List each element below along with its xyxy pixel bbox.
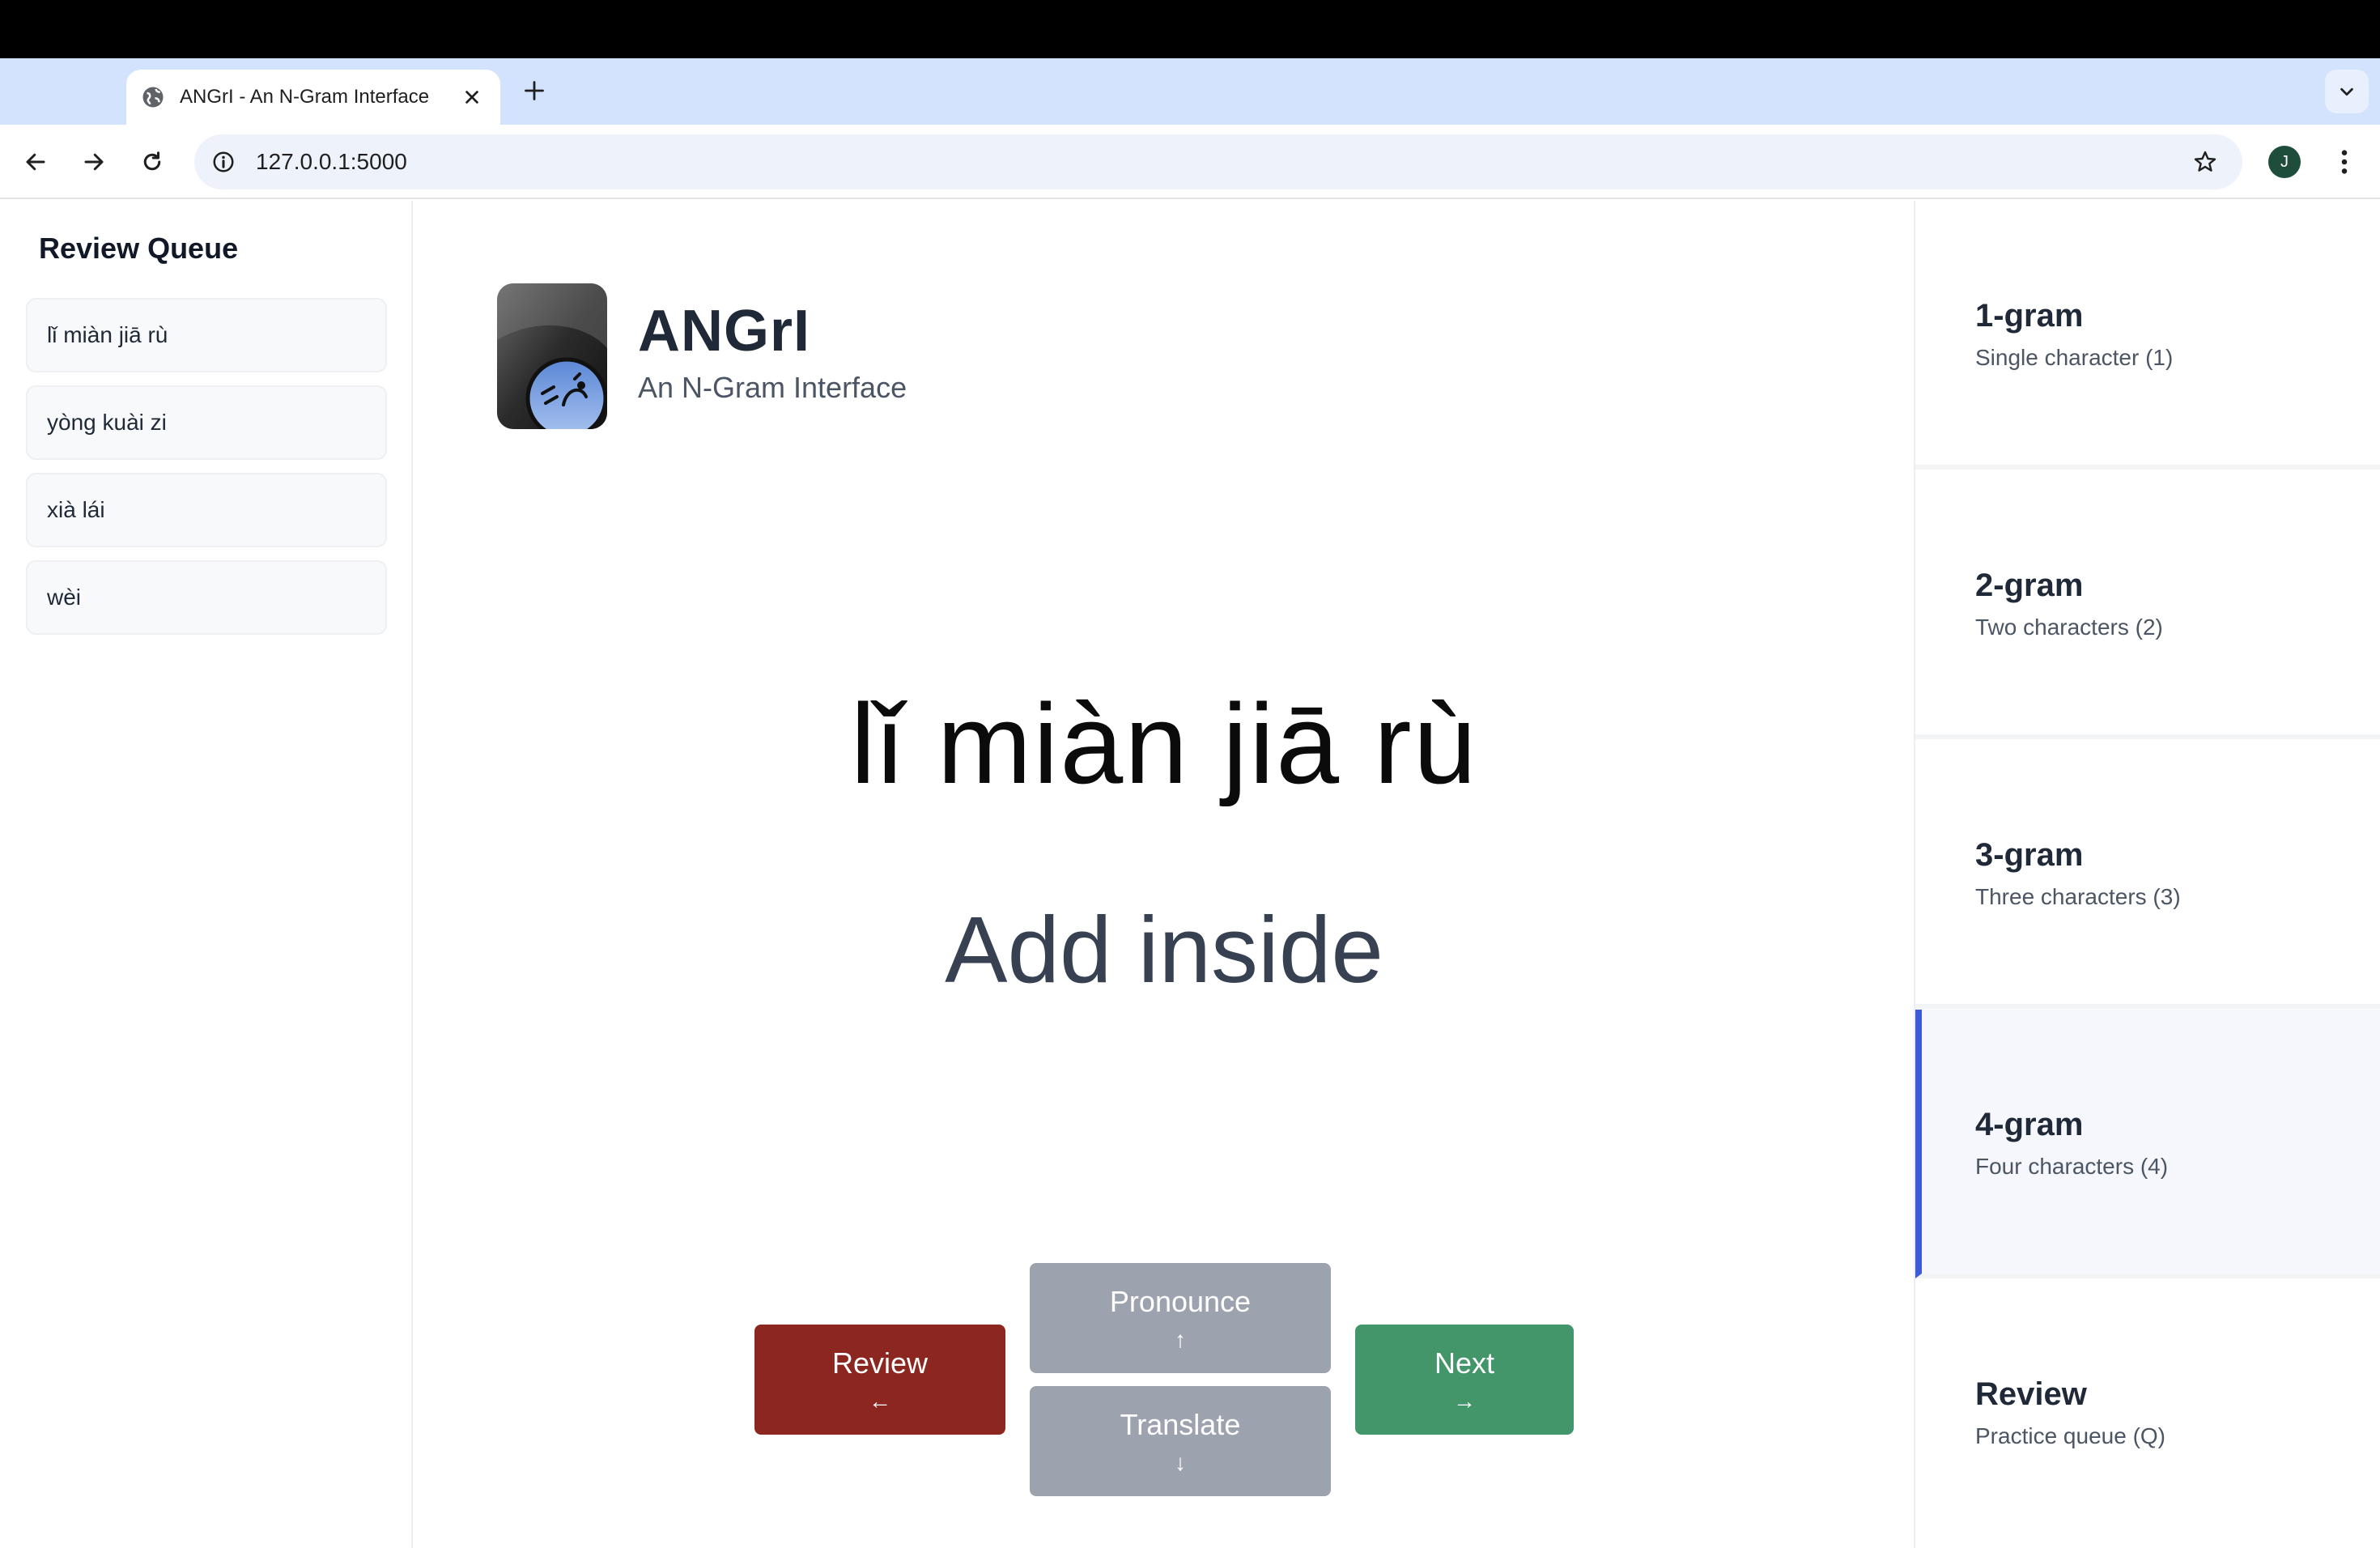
system-top-bar xyxy=(0,0,2380,58)
mode-4-gram[interactable]: 4-gram Four characters (4) xyxy=(1915,1010,2380,1278)
mode-3-gram[interactable]: 3-gram Three characters (3) xyxy=(1915,740,2380,1009)
flashcard-pinyin: lǐ miàn jiā rù xyxy=(850,680,1478,807)
next-button-label: Next xyxy=(1434,1346,1495,1380)
tab-title: ANGrI - An N-Gram Interface xyxy=(180,86,430,108)
review-button[interactable]: Review ← xyxy=(754,1325,1005,1435)
tab-search-chevron-icon[interactable] xyxy=(2325,70,2369,113)
mode-subtitle: Four characters (4) xyxy=(1975,1154,2169,1179)
review-queue-title: Review Queue xyxy=(39,232,239,265)
app-logo xyxy=(497,283,607,429)
queue-item[interactable]: yòng kuài zi xyxy=(26,385,387,460)
review-queue-list: lǐ miàn jiā rù yòng kuài zi xià lái wèi xyxy=(26,298,387,648)
bookmark-star-icon[interactable] xyxy=(2186,142,2225,181)
mode-selector: 1-gram Single character (1) 2-gram Two c… xyxy=(1914,201,2380,1548)
mode-subtitle: Three characters (3) xyxy=(1975,884,2181,909)
profile-avatar[interactable]: J xyxy=(2268,146,2301,178)
queue-item[interactable]: wèi xyxy=(26,560,387,635)
pronounce-button-label: Pronounce xyxy=(1109,1285,1252,1318)
mode-subtitle: Practice queue (Q) xyxy=(1975,1423,2165,1448)
mode-title: Review xyxy=(1975,1376,2087,1412)
mode-2-gram[interactable]: 2-gram Two characters (2) xyxy=(1915,470,2380,739)
browser-tab-strip: ANGrI - An N-Gram Interface xyxy=(0,58,2380,125)
arrow-up-icon: ↑ xyxy=(1175,1327,1186,1352)
queue-item[interactable]: lǐ miàn jiā rù xyxy=(26,298,387,372)
url-text[interactable]: 127.0.0.1:5000 xyxy=(256,149,2186,175)
arrow-right-icon: → xyxy=(1453,1389,1476,1414)
close-tab-icon[interactable] xyxy=(458,83,486,111)
review-button-label: Review xyxy=(831,1346,929,1380)
more-menu-icon[interactable] xyxy=(2328,142,2361,181)
mode-subtitle: Two characters (2) xyxy=(1975,615,2163,640)
main-content: ANGrI An N-Gram Interface lǐ miàn jiā rù… xyxy=(414,201,1914,1548)
pronounce-button[interactable]: Pronounce ↑ xyxy=(1030,1263,1331,1373)
mode-title: 3-gram xyxy=(1975,837,2084,873)
next-button[interactable]: Next → xyxy=(1355,1325,1574,1435)
mode-title: 1-gram xyxy=(1975,298,2084,334)
mode-1-gram[interactable]: 1-gram Single character (1) xyxy=(1915,201,2380,470)
translate-button[interactable]: Translate ↓ xyxy=(1030,1386,1331,1496)
queue-item[interactable]: xià lái xyxy=(26,473,387,547)
arrow-left-icon: ← xyxy=(869,1389,891,1414)
globe-icon xyxy=(141,85,165,109)
address-bar[interactable]: 127.0.0.1:5000 xyxy=(194,134,2242,189)
browser-toolbar: 127.0.0.1:5000 J xyxy=(0,125,2380,199)
back-arrow-icon[interactable] xyxy=(15,141,57,183)
mode-subtitle: Single character (1) xyxy=(1975,345,2174,370)
reload-icon[interactable] xyxy=(131,141,173,183)
app-page: Review Queue lǐ miàn jiā rù yòng kuài zi… xyxy=(0,201,2380,1548)
mode-review[interactable]: Review Practice queue (Q) xyxy=(1915,1279,2380,1548)
new-tab-icon[interactable] xyxy=(518,74,550,107)
browser-tab[interactable]: ANGrI - An N-Gram Interface xyxy=(126,70,500,125)
flashcard-meaning: Add inside xyxy=(945,897,1383,1002)
app-subtitle: An N-Gram Interface xyxy=(638,371,907,404)
site-info-icon[interactable] xyxy=(209,147,238,176)
app-title: ANGrI xyxy=(638,299,811,364)
translate-button-label: Translate xyxy=(1120,1408,1241,1441)
review-queue-sidebar: Review Queue lǐ miàn jiā rù yòng kuài zi… xyxy=(0,201,413,1548)
mode-title: 4-gram xyxy=(1975,1107,2084,1142)
arrow-down-icon: ↓ xyxy=(1175,1450,1186,1475)
mode-title: 2-gram xyxy=(1975,568,2084,603)
forward-arrow-icon[interactable] xyxy=(73,141,115,183)
